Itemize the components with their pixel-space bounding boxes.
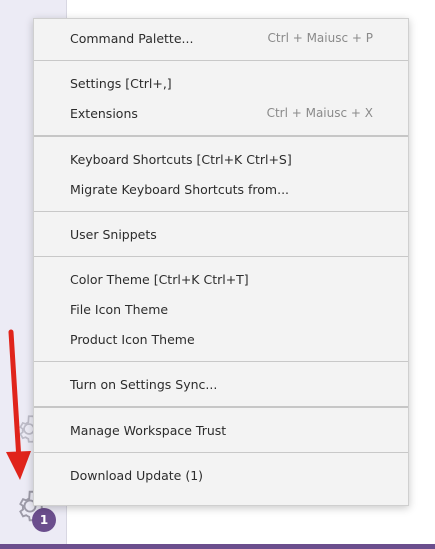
menu-separator	[34, 361, 408, 362]
menu-item-label: Color Theme [Ctrl+K Ctrl+T]	[70, 271, 249, 287]
menu-item-migrate-keyboard-shortcuts-from[interactable]: Migrate Keyboard Shortcuts from...	[34, 174, 408, 204]
menu-item-user-snippets[interactable]: User Snippets	[34, 219, 408, 249]
manage-context-menu: Command Palette... Ctrl + Maiusc + P Setti…	[33, 18, 409, 506]
menu-separator	[34, 452, 408, 453]
menu-item-label: Turn on Settings Sync...	[70, 376, 218, 392]
menu-separator	[34, 256, 408, 257]
menu-item-keyboard-shortcuts[interactable]: Keyboard Shortcuts [Ctrl+K Ctrl+S]	[34, 144, 408, 174]
menu-item-download-update-1[interactable]: Download Update (1)	[34, 460, 408, 490]
menu-item-manage-workspace-trust[interactable]: Manage Workspace Trust	[34, 415, 408, 445]
menu-item-label: Product Icon Theme	[70, 331, 195, 347]
menu-item-command-palette[interactable]: Command Palette... Ctrl + Maiusc + P	[34, 23, 408, 53]
menu-item-shortcut: Ctrl + Maiusc + X	[266, 106, 373, 120]
menu-item-label: Command Palette...	[70, 30, 194, 46]
menu-item-file-icon-theme[interactable]: File Icon Theme	[34, 294, 408, 324]
status-bar-edge	[0, 544, 435, 549]
menu-item-label: Settings [Ctrl+,]	[70, 75, 172, 91]
menu-separator	[34, 60, 408, 61]
menu-separator	[34, 135, 408, 137]
menu-item-label: File Icon Theme	[70, 301, 169, 317]
menu-item-extensions[interactable]: Extensions Ctrl + Maiusc + X	[34, 98, 408, 128]
menu-separator	[34, 211, 408, 212]
update-badge: 1	[32, 508, 56, 532]
menu-item-label: Keyboard Shortcuts [Ctrl+K Ctrl+S]	[70, 151, 292, 167]
menu-item-shortcut: Ctrl + Maiusc + P	[267, 31, 373, 45]
menu-item-product-icon-theme[interactable]: Product Icon Theme	[34, 324, 408, 354]
menu-item-label: User Snippets	[70, 226, 157, 242]
menu-item-label: Download Update (1)	[70, 467, 204, 483]
menu-item-label: Extensions	[70, 105, 138, 121]
menu-item-turn-on-settings-sync[interactable]: Turn on Settings Sync...	[34, 369, 408, 399]
menu-item-label: Manage Workspace Trust	[70, 422, 227, 438]
menu-separator	[34, 406, 408, 408]
menu-item-color-theme[interactable]: Color Theme [Ctrl+K Ctrl+T]	[34, 264, 408, 294]
menu-item-label: Migrate Keyboard Shortcuts from...	[70, 181, 290, 197]
menu-item-settings[interactable]: Settings [Ctrl+,]	[34, 68, 408, 98]
